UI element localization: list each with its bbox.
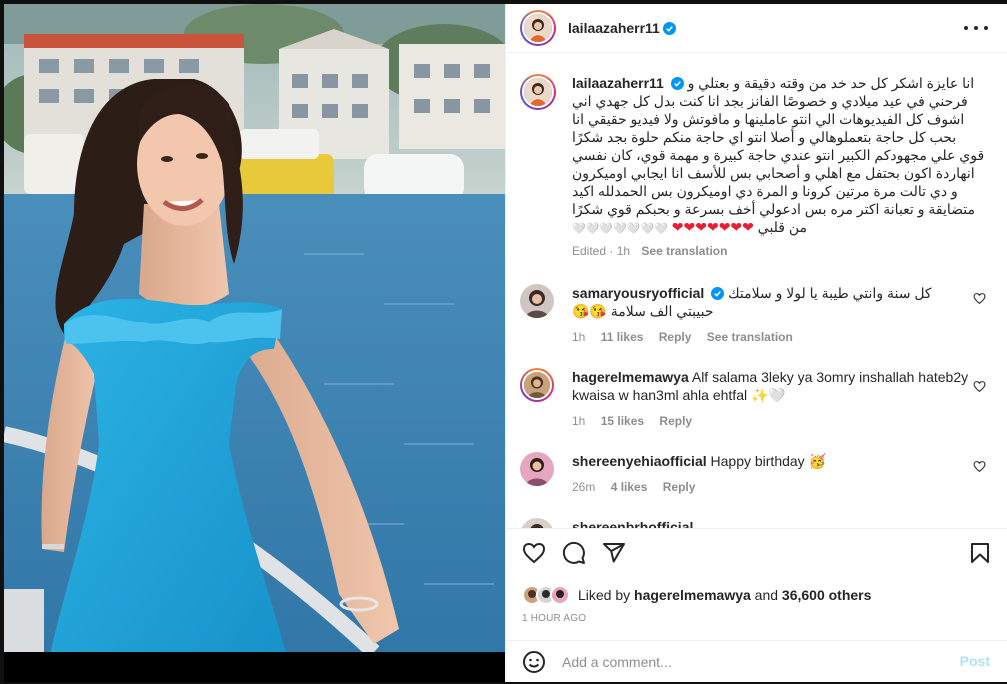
heart-icon[interactable] xyxy=(522,541,546,565)
edited-label: Edited xyxy=(572,244,607,258)
comment-time: 1h xyxy=(572,330,586,344)
share-icon[interactable] xyxy=(602,541,626,565)
post-photo[interactable] xyxy=(4,4,505,682)
comment-meta: 1h 11 likes Reply See translation xyxy=(572,328,972,346)
comment-icon[interactable] xyxy=(562,541,586,565)
comment-text-2: حبيبتي الف سلامة 😘😘 xyxy=(572,303,714,319)
comment-likes[interactable]: 15 likes xyxy=(601,414,644,428)
liked-by-others[interactable]: 36,600 others xyxy=(782,587,872,603)
reply-button[interactable]: Reply xyxy=(659,330,692,344)
author-username[interactable]: lailaazaherr11 xyxy=(568,20,660,36)
liker-avatars[interactable] xyxy=(522,585,570,605)
comment-likes[interactable]: 4 likes xyxy=(611,480,648,494)
add-comment-bar: Post xyxy=(506,640,1007,682)
comment-meta: 1h 15 likes Reply xyxy=(572,412,972,430)
post-header: lailaazaherr11 xyxy=(506,4,1007,53)
comment-meta: 26m 4 likes Reply xyxy=(572,478,972,496)
verified-icon xyxy=(711,287,725,300)
post-time-ago[interactable]: 1 HOUR AGO xyxy=(522,613,586,624)
more-options-icon[interactable] xyxy=(964,18,988,38)
caption-line-5: قوي علي مجهودكم الكبير انتو عندي حاجة كب… xyxy=(572,147,985,163)
likes-summary: Liked by hagerelmemawya and 36,600 other… xyxy=(522,585,871,605)
caption-hearts: ❤❤❤❤❤❤❤ xyxy=(671,219,754,235)
author-avatar[interactable] xyxy=(520,10,556,46)
caption-see-translation[interactable]: See translation xyxy=(641,244,727,258)
post-detail-panel: lailaazaherr11 lailaazaherr11 انا عايزة … xyxy=(505,4,1007,682)
comment-avatar[interactable] xyxy=(520,452,554,486)
caption-meta: Edited · 1h See translation xyxy=(572,244,728,258)
save-icon[interactable] xyxy=(968,541,992,565)
caption-author-avatar[interactable] xyxy=(520,74,556,110)
caption-line-1: انا عايزة اشكر كل حد خد من وقته دقيقة و … xyxy=(687,75,975,91)
caption-line-9: من قلبي xyxy=(757,219,808,235)
comment-avatar[interactable] xyxy=(520,284,554,318)
comments-list[interactable]: lailaazaherr11 انا عايزة اشكر كل حد خد م… xyxy=(506,54,1007,528)
comment-like-heart-icon[interactable] xyxy=(973,380,986,393)
see-translation-button[interactable]: See translation xyxy=(707,330,793,344)
comment-time: 26m xyxy=(572,480,596,494)
post-photo-image xyxy=(4,4,505,682)
caption-line-6: انهاردة اكون بحتفل مع اهلي و أصحابي بس ل… xyxy=(572,165,975,181)
comment-avatar[interactable] xyxy=(520,368,554,402)
post-actions: Liked by hagerelmemawya and 36,600 other… xyxy=(506,528,1007,640)
comment-text: Happy birthday 🥳 xyxy=(710,453,827,469)
verified-icon xyxy=(662,21,676,35)
caption-line-8: متضايقة و تعبانة اكتر مره بس ادعولي أخف … xyxy=(572,201,975,217)
comment-like-heart-icon[interactable] xyxy=(973,460,986,473)
caption-line-2: فرحني في عيد ميلادي و خصوصًا الفانز بجد … xyxy=(572,93,968,109)
liked-by-user[interactable]: hagerelmemawya xyxy=(634,587,751,603)
liked-by-prefix: Liked by xyxy=(578,587,631,603)
caption-line-3: اشوف كل الفيديوهات الي انتو عاملينها و م… xyxy=(572,111,965,127)
reply-button[interactable]: Reply xyxy=(659,414,692,428)
caption-tail-emojis: 🤍🤍🤍🤍🤍🤍🤍 xyxy=(572,223,668,235)
edited-time: 1h xyxy=(616,244,631,258)
comment-avatar[interactable] xyxy=(520,518,554,528)
caption-line-7: و دي تالت مرة مرتين كرونا و المرة دي اوم… xyxy=(572,183,958,199)
emoji-icon[interactable] xyxy=(522,650,546,674)
liked-by-and: and xyxy=(754,587,779,603)
caption-username[interactable]: lailaazaherr11 xyxy=(572,75,664,91)
comment-time: 1h xyxy=(572,414,586,428)
caption-line-4: بحب كل حاجة بتعملوهالي و أصلا انتو اي حا… xyxy=(572,129,957,145)
comment-username[interactable]: shereenbrhofficial xyxy=(572,519,693,528)
comment-username[interactable]: hagerelmemawya xyxy=(572,369,689,385)
comment-username[interactable]: shereenyehiaofficial xyxy=(572,453,707,469)
comment-username[interactable]: samaryousryofficial xyxy=(572,285,704,301)
comment-likes[interactable]: 11 likes xyxy=(601,330,644,344)
reply-button[interactable]: Reply xyxy=(663,480,696,494)
verified-icon xyxy=(670,77,684,90)
comment-input[interactable] xyxy=(562,653,942,670)
comment-text: كل سنة وانتي طيبة يا لولا و سلامتك xyxy=(728,285,932,301)
post-comment-button[interactable]: Post xyxy=(960,653,990,669)
comment-like-heart-icon[interactable] xyxy=(973,292,986,305)
